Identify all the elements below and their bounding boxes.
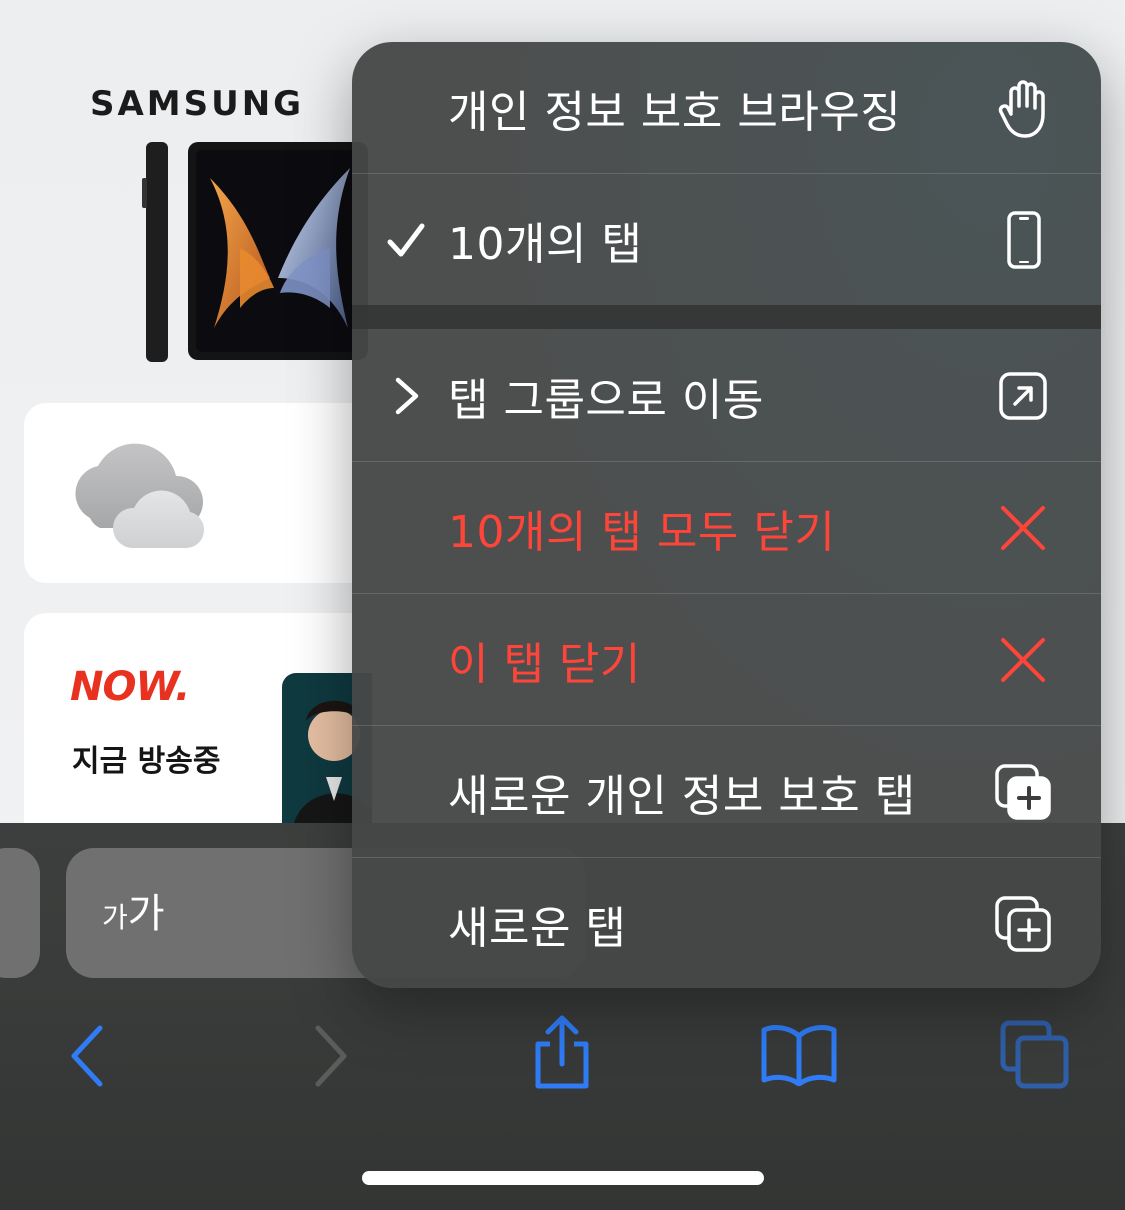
menu-item-close-all-10-tabs[interactable]: 10개의 탭 모두 닫기 [352, 462, 1101, 593]
now-live-label: 지금 방송중 [72, 744, 221, 779]
menu-item-label: 10개의 탭 모두 닫기 [448, 506, 836, 558]
previous-tab-pill[interactable] [0, 848, 40, 978]
now-logo: NOW. [70, 664, 190, 710]
hand-raised-icon [998, 79, 1045, 138]
menu-item-label: 탭 그룹으로 이동 [448, 374, 764, 426]
text-size-small-glyph: 가 [102, 901, 128, 934]
cloud-icon [75, 443, 205, 548]
galaxy-fold-phone-image [142, 142, 368, 362]
tabs-overview-icon[interactable] [1000, 1020, 1072, 1090]
menu-group-divider [352, 305, 1101, 329]
xmark-icon [1001, 637, 1045, 682]
menu-item-label: 개인 정보 보호 브라우징 [448, 86, 902, 138]
iphone-icon [1007, 210, 1041, 269]
arrow-up-right-square-icon [999, 371, 1047, 420]
menu-item-close-this-tab[interactable]: 이 탭 닫기 [352, 594, 1101, 725]
menu-item-10-tabs[interactable]: 10개의 탭 [352, 174, 1101, 305]
text-size-button[interactable]: 가가 [102, 888, 165, 944]
menu-item-label: 이 탭 닫기 [448, 638, 641, 690]
plus-square-on-square-icon [995, 895, 1051, 952]
checkmark-icon [387, 223, 425, 256]
menu-item-new-tab[interactable]: 새로운 탭 [352, 858, 1101, 988]
forward-chevron-icon[interactable] [308, 1024, 352, 1088]
menu-item-label: 새로운 탭 [448, 902, 627, 954]
xmark-icon [1001, 505, 1045, 550]
chevron-right-icon [395, 377, 419, 414]
menu-item-new-private-tab[interactable]: 새로운 개인 정보 보호 탭 [352, 726, 1101, 857]
home-indicator[interactable] [362, 1171, 764, 1185]
menu-item-label: 10개의 탭 [448, 218, 643, 270]
text-size-large-glyph: 가 [127, 891, 165, 937]
bookmarks-book-icon[interactable] [760, 1024, 838, 1086]
plus-square-on-square-filled-icon [995, 763, 1051, 820]
tab-context-menu: 개인 정보 보호 브라우징 10개의 탭 탭 그룹으로 이동 10개의 탭 모두… [352, 42, 1101, 988]
share-icon[interactable] [530, 1014, 594, 1090]
samsung-logo: SAMSUNG [90, 84, 305, 124]
back-chevron-icon[interactable] [66, 1024, 110, 1088]
menu-item-label: 새로운 개인 정보 보호 탭 [448, 770, 916, 822]
menu-item-private-browsing[interactable]: 개인 정보 보호 브라우징 [352, 42, 1101, 173]
menu-item-move-to-tab-group[interactable]: 탭 그룹으로 이동 [352, 330, 1101, 461]
